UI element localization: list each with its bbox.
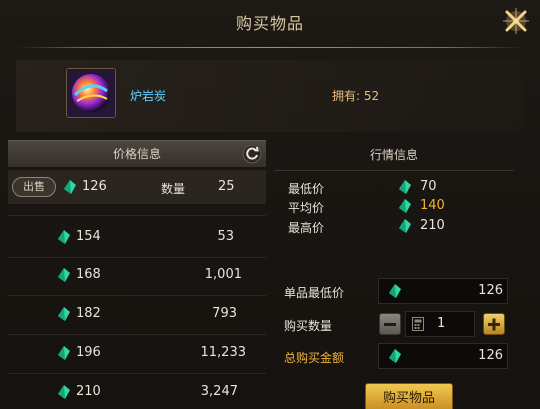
- total-amount-label: 总购买金额: [284, 351, 345, 365]
- market-panel: 行情信息 最低价 70 平均价 140 最高价 210 单品最低价 126 购买…: [274, 140, 514, 409]
- quantity-input[interactable]: 1: [405, 311, 475, 337]
- gem-currency-icon: [58, 385, 70, 399]
- my-listing-qty-label: 数量: [161, 182, 186, 196]
- order-price[interactable]: 210: [76, 384, 101, 399]
- order-price[interactable]: 196: [76, 345, 101, 360]
- item-info-row: 炉岩炭 拥有: 52: [16, 60, 524, 132]
- quantity-value[interactable]: 1: [437, 316, 445, 331]
- quantity-label: 购买数量: [284, 319, 333, 333]
- gem-currency-icon: [399, 180, 411, 194]
- unit-price-label: 单品最低价: [284, 286, 345, 300]
- row-divider: [8, 373, 266, 374]
- minus-icon: [384, 323, 396, 326]
- market-divider: [274, 170, 514, 171]
- window-title: 购买物品: [235, 14, 304, 33]
- unit-price-field: 126: [378, 278, 508, 304]
- avg-price-label: 平均价: [288, 201, 325, 215]
- plus-icon: [488, 318, 500, 331]
- gem-currency-icon: [58, 346, 70, 360]
- item-name: 炉岩炭: [130, 89, 167, 103]
- owned-label: 拥有:: [332, 89, 361, 103]
- my-listing-price: 126: [82, 179, 107, 194]
- price-panel-header: 价格信息: [8, 140, 266, 167]
- row-divider: [8, 215, 266, 216]
- gem-currency-icon: [399, 199, 411, 213]
- gem-currency-icon: [399, 219, 411, 233]
- order-qty: 3,247: [200, 384, 238, 399]
- gem-currency-icon: [64, 180, 76, 194]
- lowest-price-label: 最低价: [288, 182, 325, 196]
- order-qty: 11,233: [200, 345, 247, 360]
- row-divider: [8, 257, 266, 258]
- title-divider: [16, 47, 524, 48]
- gem-currency-icon: [389, 349, 401, 363]
- increase-quantity-button[interactable]: [483, 313, 505, 335]
- close-icon[interactable]: [499, 4, 533, 38]
- my-listing-row[interactable]: 出售 126 数量 25: [8, 170, 266, 204]
- order-price[interactable]: 168: [76, 267, 101, 282]
- purchase-window: 购买物品 炉岩炭 拥有: 52 价格信息 出售 126 数量 25 154 53…: [0, 0, 540, 409]
- avg-price-value: 140: [420, 198, 445, 213]
- lowest-price-value: 70: [420, 179, 437, 194]
- unit-price-value: 126: [478, 283, 503, 298]
- order-price[interactable]: 154: [76, 229, 101, 244]
- sell-button[interactable]: 出售: [12, 177, 56, 197]
- item-icon: [66, 68, 116, 118]
- owned-value: 52: [363, 89, 380, 103]
- gem-currency-icon: [58, 307, 70, 321]
- price-panel: 价格信息 出售 126 数量 25 154 53 168 1,001 182 7…: [8, 140, 266, 409]
- market-panel-title: 行情信息: [369, 148, 418, 162]
- order-qty: 793: [212, 306, 237, 321]
- order-qty: 53: [217, 229, 234, 244]
- highest-price-value: 210: [420, 218, 445, 233]
- order-price[interactable]: 182: [76, 306, 101, 321]
- price-panel-title: 价格信息: [112, 147, 161, 161]
- refresh-icon[interactable]: [242, 144, 262, 164]
- lava-coal-icon: [67, 69, 115, 117]
- buy-item-button[interactable]: 购买物品: [365, 383, 453, 409]
- gem-currency-icon: [389, 284, 401, 298]
- calculator-icon[interactable]: [412, 317, 424, 331]
- owned-count: 拥有: 52: [332, 87, 379, 104]
- order-qty: 1,001: [204, 267, 242, 282]
- highest-price-label: 最高价: [288, 221, 325, 235]
- row-divider: [8, 295, 266, 296]
- gem-currency-icon: [58, 268, 70, 282]
- row-divider: [8, 334, 266, 335]
- total-amount-field: 126: [378, 343, 508, 369]
- my-listing-qty: 25: [218, 179, 235, 194]
- gem-currency-icon: [58, 230, 70, 244]
- decrease-quantity-button[interactable]: [379, 313, 401, 335]
- total-amount-value: 126: [478, 348, 503, 363]
